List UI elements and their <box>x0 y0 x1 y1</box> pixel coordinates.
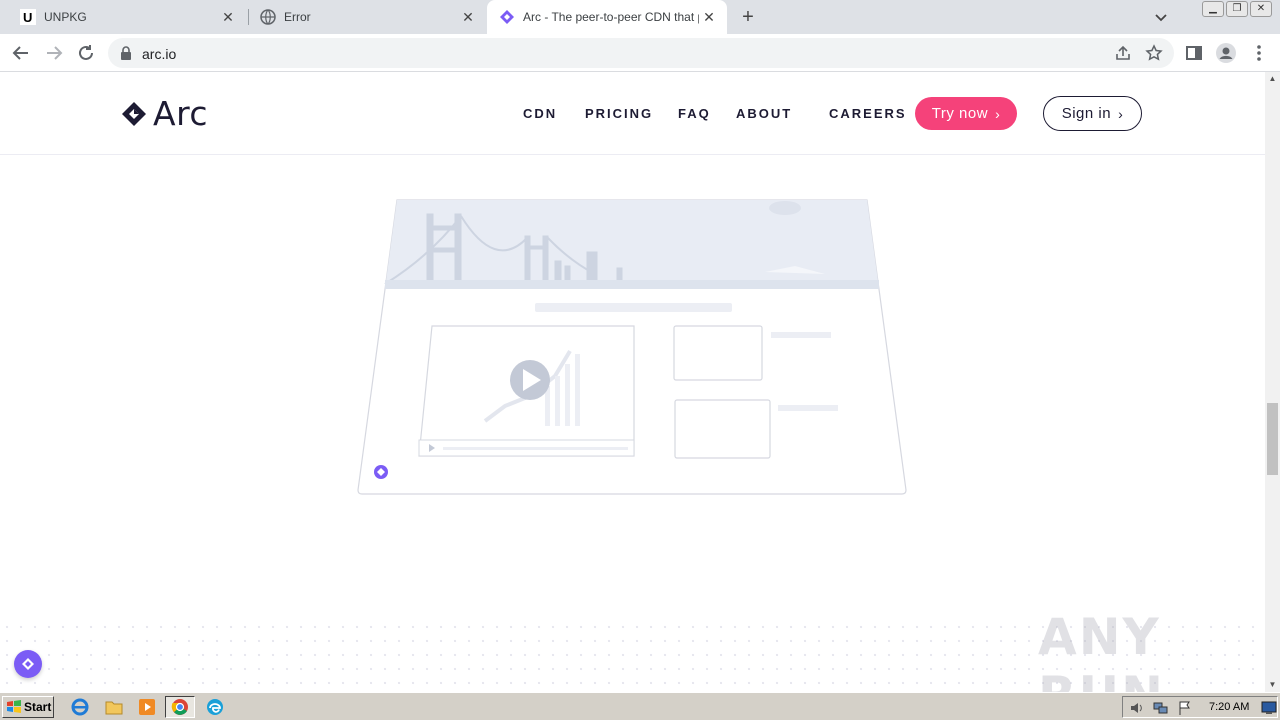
forward-icon[interactable] <box>43 42 65 64</box>
sign-in-button[interactable]: Sign in › <box>1043 96 1142 131</box>
share-icon[interactable] <box>1114 44 1132 62</box>
lock-icon <box>120 46 132 65</box>
arc-widget-icon <box>374 465 388 479</box>
file-explorer-icon[interactable] <box>104 697 124 717</box>
logo-text: Arc <box>153 94 209 133</box>
system-tray: 7:20 AM <box>1122 696 1278 718</box>
video-player-graphic <box>418 325 635 457</box>
volume-icon[interactable] <box>1129 700 1145 716</box>
svg-text:U: U <box>23 10 32 25</box>
close-icon[interactable]: ✕ <box>220 9 236 25</box>
browser-toolbar: arc.io <box>0 34 1280 72</box>
tab-strip: U UNPKG ✕ Error ✕ Arc - The peer-to-peer… <box>0 0 1280 34</box>
url-text: arc.io <box>142 46 177 62</box>
page-scrollbar[interactable]: ▲ ▼ <box>1265 72 1280 692</box>
flag-icon[interactable] <box>1177 700 1193 716</box>
start-button[interactable]: Start <box>2 696 54 718</box>
hero-illustration <box>357 199 907 495</box>
anyrun-watermark: ANY RUN <box>1038 608 1163 692</box>
media-player-icon[interactable] <box>137 697 157 717</box>
minimize-button[interactable]: ▁ <box>1202 1 1224 17</box>
restore-button[interactable]: ❐ <box>1226 1 1248 17</box>
web-page: Arc CDN PRICING FAQ ABOUT CAREERS Try no… <box>0 72 1265 692</box>
new-tab-button[interactable]: + <box>738 7 758 27</box>
tab-title: Error <box>284 10 311 24</box>
arc-diamond-icon <box>22 658 34 670</box>
edge-icon[interactable] <box>205 697 225 717</box>
arc-logo[interactable]: Arc <box>121 94 208 133</box>
network-icon[interactable] <box>1153 700 1169 716</box>
arc-diamond-icon <box>122 101 146 126</box>
chevron-right-icon: › <box>995 105 1001 122</box>
tab-arc[interactable]: Arc - The peer-to-peer CDN that pa ✕ <box>487 0 727 34</box>
back-icon[interactable] <box>10 42 32 64</box>
try-now-label: Try now <box>931 105 989 122</box>
windows-taskbar: Start 7:20 AM <box>0 692 1280 720</box>
arc-widget-button[interactable] <box>14 650 42 678</box>
start-label: Start <box>24 700 52 714</box>
scroll-thumb[interactable] <box>1267 403 1278 475</box>
site-header: Arc CDN PRICING FAQ ABOUT CAREERS Try no… <box>0 72 1265 155</box>
close-icon[interactable]: ✕ <box>460 9 476 25</box>
scroll-up-arrow[interactable]: ▲ <box>1265 72 1280 86</box>
windows-logo-icon <box>7 700 21 713</box>
window-controls: ▁ ❐ ✕ <box>1202 1 1272 17</box>
sign-in-label: Sign in <box>1061 105 1112 122</box>
tab-title: UNPKG <box>44 10 87 24</box>
close-window-button[interactable]: ✕ <box>1250 1 1272 17</box>
globe-icon <box>260 9 276 25</box>
bookmark-star-icon[interactable] <box>1145 44 1163 62</box>
menu-kebab-icon[interactable] <box>1248 42 1270 64</box>
profile-avatar-icon[interactable] <box>1215 42 1237 64</box>
address-bar[interactable]: arc.io <box>108 38 1174 68</box>
arc-diamond-icon <box>499 9 515 25</box>
side-panel-icon[interactable] <box>1183 42 1205 64</box>
chevron-right-icon: › <box>1118 105 1124 122</box>
try-now-button[interactable]: Try now › <box>915 97 1017 130</box>
nav-about[interactable]: ABOUT <box>736 106 792 121</box>
unpkg-favicon: U <box>20 9 36 25</box>
chrome-icon[interactable] <box>165 696 195 718</box>
show-desktop-icon[interactable] <box>1261 700 1277 716</box>
tab-error[interactable]: Error ✕ <box>248 0 486 34</box>
nav-faq[interactable]: FAQ <box>678 106 711 121</box>
chevron-down-icon[interactable] <box>1152 8 1170 26</box>
nav-careers[interactable]: CAREERS <box>829 106 907 121</box>
reload-icon[interactable] <box>75 42 97 64</box>
nav-pricing[interactable]: PRICING <box>585 106 653 121</box>
nav-cdn[interactable]: CDN <box>523 106 557 121</box>
scroll-down-arrow[interactable]: ▼ <box>1265 678 1280 692</box>
internet-explorer-icon[interactable] <box>70 697 90 717</box>
tab-title: Arc - The peer-to-peer CDN that pa <box>523 10 699 24</box>
clock: 7:20 AM <box>1209 701 1250 713</box>
close-icon[interactable]: ✕ <box>701 9 717 25</box>
tab-unpkg[interactable]: U UNPKG ✕ <box>8 0 246 34</box>
